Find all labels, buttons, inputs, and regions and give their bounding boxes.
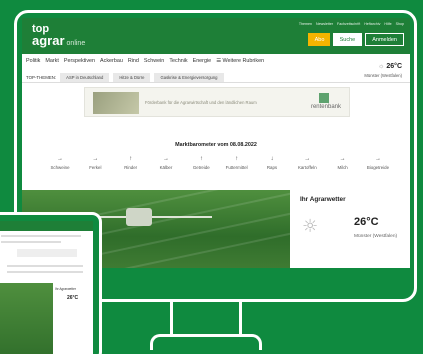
nav-item-technik[interactable]: Technik: [169, 58, 187, 64]
nav-item-perspektiven[interactable]: Perspektiven: [64, 58, 95, 64]
top-link-heftarchiv[interactable]: Heftarchiv: [364, 22, 380, 26]
tablet-hero-image: [0, 283, 53, 354]
main-nav: Politik Markt Perspektiven Ackerbau Rind…: [26, 58, 264, 64]
trend-arrow-icon: ↓: [270, 156, 274, 162]
tablet-nav-line: [1, 235, 81, 237]
trend-arrow-icon: →: [57, 156, 63, 162]
banner-image: [93, 92, 139, 114]
mb-label: Futtermittel: [225, 165, 248, 170]
topagrar-logo[interactable]: top agrar online: [32, 24, 85, 49]
top-themen-bar: TOP-THEMEN: ASP in Deutschland Hitze & D…: [26, 73, 224, 82]
login-button[interactable]: Anmelden: [365, 33, 404, 46]
trend-arrow-icon: ↑: [199, 156, 203, 162]
mb-item-milch[interactable]: → Milch: [327, 156, 359, 170]
tablet-banner: [17, 249, 77, 257]
tablet-device: Ihr Agrarwetter 26°C: [0, 212, 102, 354]
agrarwetter-temp: 26°C: [354, 216, 379, 228]
topic-chip-hitze[interactable]: Hitze & Dürre: [113, 73, 151, 82]
trend-arrow-icon: ↑: [235, 156, 239, 162]
mb-item-futtermittel[interactable]: ↑ Futtermittel: [221, 156, 253, 170]
marktbarometer-row: → Schweine → Ferkel ↑ Rinder → Kälber ↑ Getre…: [44, 156, 394, 170]
header-weather[interactable]: ☼ 26°C Münster (Westfalen): [364, 55, 402, 78]
search-button[interactable]: Suche: [332, 33, 363, 46]
logo-suffix: online: [66, 40, 86, 47]
mb-item-kartoffeln[interactable]: → Kartoffeln: [291, 156, 323, 170]
mb-label: Raps: [266, 165, 278, 170]
mb-label: Kälber: [159, 165, 173, 170]
tablet-header: [0, 221, 93, 231]
ad-banner[interactable]: Förderbank für die Agrarwirtschaft und d…: [84, 87, 350, 117]
tablet-marktbarometer-row: [7, 271, 83, 273]
header-weather-location: Münster (Westfalen): [364, 73, 402, 78]
tablet-marktbarometer: [7, 265, 83, 267]
nav-item-schwein[interactable]: Schwein: [144, 58, 164, 64]
sun-icon: ☼: [377, 63, 385, 70]
mb-item-biogetreide[interactable]: → Biogetreide: [362, 156, 394, 170]
header-weather-temp: 26°C: [386, 63, 402, 70]
mb-item-getreide[interactable]: ↑ Getreide: [185, 156, 217, 170]
top-link-themen[interactable]: Themen: [299, 22, 312, 26]
mb-label: Milch: [337, 165, 348, 170]
header-buttons: Abo Suche Anmelden: [307, 33, 404, 46]
topic-chip-asp[interactable]: ASP in Deutschland: [60, 73, 110, 82]
nav-item-ackerbau[interactable]: Ackerbau: [100, 58, 123, 64]
marktbarometer-title: Marktbarometer vom 08.08.2022: [175, 142, 257, 148]
mb-label: Ferkel: [89, 165, 102, 170]
trend-arrow-icon: ↑: [129, 156, 133, 162]
mb-item-schweine[interactable]: → Schweine: [44, 156, 76, 170]
mb-label: Schweine: [50, 165, 70, 170]
monitor-stand-base: [150, 334, 262, 350]
agrarwetter-title: Ihr Agrarwetter: [300, 196, 346, 203]
tractor-image: [126, 208, 152, 226]
tablet-weather-title: Ihr Agrarwetter: [55, 287, 76, 291]
nav-item-weitere-rubriken[interactable]: ☰ Weitere Rubriken: [216, 58, 264, 64]
nav-item-energie[interactable]: Energie: [193, 58, 212, 64]
mb-label: Rinder: [124, 165, 138, 170]
tablet-weather-temp: 26°C: [67, 295, 79, 301]
top-link-hilfe[interactable]: Hilfe: [384, 22, 391, 26]
rentenbank-logo-icon: [319, 93, 329, 103]
banner-brand: rentenbank: [310, 104, 341, 110]
sun-icon: ☼: [302, 216, 319, 237]
mb-label: Kartoffeln: [297, 165, 317, 170]
top-link-shop[interactable]: Shop: [396, 22, 404, 26]
mb-item-ferkel[interactable]: → Ferkel: [79, 156, 111, 170]
top-link-newsletter[interactable]: Newsletter: [316, 22, 333, 26]
mb-item-rinder[interactable]: ↑ Rinder: [115, 156, 147, 170]
logo-bottom-text: agrar: [32, 33, 65, 48]
mb-item-kaelber[interactable]: → Kälber: [150, 156, 182, 170]
tablet-topics-line: [1, 241, 61, 243]
agrarwetter-widget[interactable]: Ihr Agrarwetter ☼ 26°C Münster (Westfale…: [294, 190, 410, 268]
trend-arrow-icon: →: [304, 156, 311, 162]
mb-label: Getreide: [192, 165, 210, 170]
trend-arrow-icon: →: [339, 156, 346, 162]
trend-arrow-icon: →: [162, 156, 169, 162]
trend-arrow-icon: →: [374, 156, 381, 162]
top-links: Themen Newsletter Fachzeitschrift Heftar…: [299, 22, 404, 26]
nav-item-politik[interactable]: Politik: [26, 58, 40, 64]
nav-item-rind[interactable]: Rind: [128, 58, 139, 64]
banner-text: Förderbank für die Agrarwirtschaft und d…: [145, 100, 257, 105]
nav-item-markt[interactable]: Markt: [45, 58, 58, 64]
trend-arrow-icon: →: [92, 156, 99, 162]
mb-item-raps[interactable]: ↓ Raps: [256, 156, 288, 170]
site-header: top agrar online Themen Newsletter Fachze…: [22, 18, 410, 54]
topic-chip-gaskrise[interactable]: Gaskrise & Energieversorgung: [154, 73, 224, 82]
monitor-stand-neck: [170, 301, 242, 335]
abo-button[interactable]: Abo: [307, 33, 330, 46]
agrarwetter-location: Münster (Westfalen): [354, 234, 398, 239]
mb-label: Biogetreide: [366, 165, 390, 170]
divider: [22, 82, 410, 83]
tablet-screen: Ihr Agrarwetter 26°C: [0, 221, 93, 354]
top-link-fachzeitschrift[interactable]: Fachzeitschrift: [337, 22, 360, 26]
top-themen-label: TOP-THEMEN:: [26, 75, 57, 80]
